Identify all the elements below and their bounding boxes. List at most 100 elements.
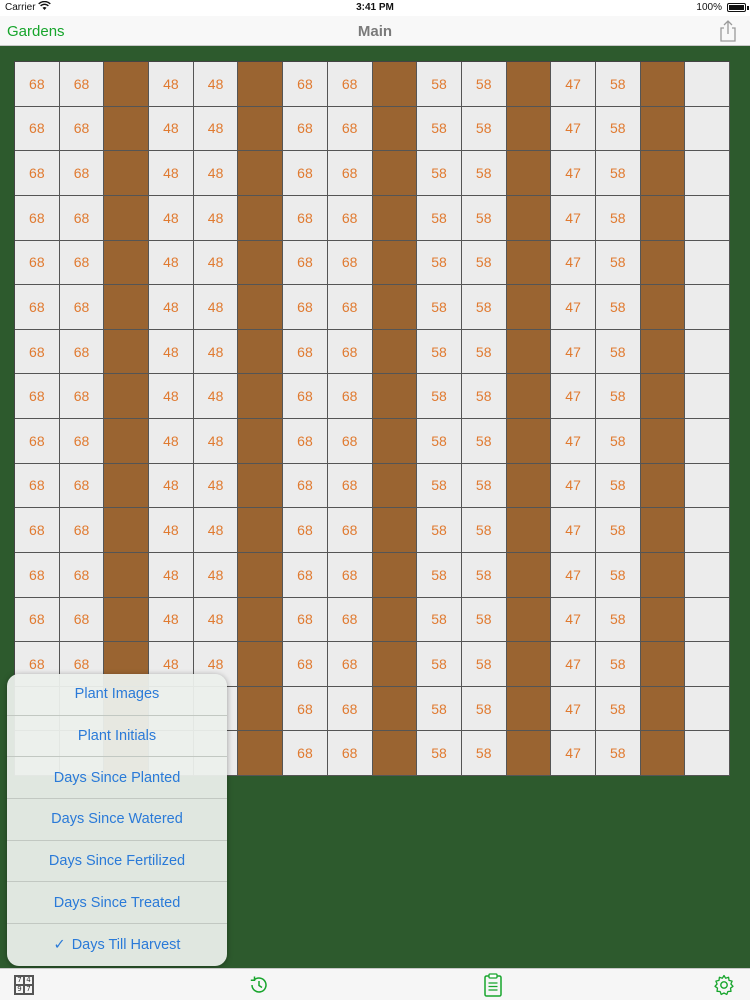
garden-bed-cell[interactable]: 48 xyxy=(193,374,239,419)
garden-bed-cell[interactable]: 68 xyxy=(283,106,328,152)
garden-bed-cell[interactable]: 68 xyxy=(327,642,373,687)
garden-bed-cell[interactable]: 58 xyxy=(417,106,462,152)
garden-bed-cell[interactable] xyxy=(685,642,730,687)
garden-bed-cell[interactable]: 58 xyxy=(417,642,462,687)
garden-bed-cell[interactable]: 58 xyxy=(461,374,507,419)
garden-bed-cell[interactable]: 68 xyxy=(327,597,373,643)
garden-bed-cell[interactable]: 68 xyxy=(15,240,60,286)
garden-bed-cell[interactable]: 68 xyxy=(283,642,328,687)
garden-bed-cell[interactable]: 48 xyxy=(193,195,239,241)
garden-bed-cell[interactable]: 48 xyxy=(149,508,194,553)
garden-bed-cell[interactable]: 58 xyxy=(595,195,641,241)
garden-bed-cell[interactable]: 58 xyxy=(595,151,641,196)
garden-bed-cell[interactable]: 47 xyxy=(551,240,596,286)
garden-bed-cell[interactable]: 68 xyxy=(59,240,105,286)
garden-bed-cell[interactable]: 68 xyxy=(59,329,105,375)
garden-bed-cell[interactable]: 68 xyxy=(283,285,328,330)
menu-item-plant-initials[interactable]: Plant Initials xyxy=(7,716,227,758)
garden-bed-cell[interactable]: 68 xyxy=(327,419,373,464)
garden-bed-cell[interactable]: 48 xyxy=(193,329,239,375)
garden-bed-cell[interactable]: 68 xyxy=(15,419,60,464)
garden-bed-cell[interactable]: 48 xyxy=(149,285,194,330)
garden-bed-cell[interactable]: 68 xyxy=(327,508,373,553)
garden-bed-cell[interactable] xyxy=(685,285,730,330)
garden-bed-cell[interactable]: 48 xyxy=(149,240,194,286)
garden-bed-cell[interactable]: 68 xyxy=(327,731,373,776)
garden-bed-cell[interactable]: 68 xyxy=(327,552,373,598)
garden-bed-cell[interactable]: 47 xyxy=(551,106,596,152)
garden-bed-cell[interactable]: 58 xyxy=(461,686,507,732)
garden-bed-cell[interactable]: 68 xyxy=(283,240,328,286)
garden-bed-cell[interactable]: 68 xyxy=(59,195,105,241)
garden-bed-cell[interactable]: 58 xyxy=(461,195,507,241)
garden-bed-cell[interactable]: 68 xyxy=(15,597,60,643)
garden-bed-cell[interactable]: 68 xyxy=(15,151,60,196)
garden-bed-cell[interactable] xyxy=(685,195,730,241)
garden-bed-cell[interactable]: 58 xyxy=(595,62,641,107)
garden-bed-cell[interactable]: 58 xyxy=(461,240,507,286)
garden-bed-cell[interactable]: 47 xyxy=(551,329,596,375)
garden-bed-cell[interactable]: 47 xyxy=(551,686,596,732)
garden-bed-cell[interactable]: 58 xyxy=(417,597,462,643)
garden-bed-cell[interactable]: 58 xyxy=(417,508,462,553)
garden-bed-cell[interactable]: 58 xyxy=(417,686,462,732)
menu-item-days-since-planted[interactable]: Days Since Planted xyxy=(7,757,227,800)
garden-bed-cell[interactable]: 58 xyxy=(417,285,462,330)
garden-bed-cell[interactable]: 47 xyxy=(551,597,596,643)
garden-bed-cell[interactable]: 48 xyxy=(149,552,194,598)
garden-bed-cell[interactable] xyxy=(685,731,730,776)
garden-bed-cell[interactable]: 58 xyxy=(417,151,462,196)
garden-bed-cell[interactable]: 58 xyxy=(417,329,462,375)
garden-bed-cell[interactable]: 68 xyxy=(15,285,60,330)
garden-bed-cell[interactable] xyxy=(685,686,730,732)
garden-bed-cell[interactable]: 58 xyxy=(461,508,507,553)
garden-bed-cell[interactable]: 68 xyxy=(283,597,328,643)
share-icon[interactable] xyxy=(718,20,738,42)
garden-bed-cell[interactable] xyxy=(685,151,730,196)
garden-bed-cell[interactable]: 58 xyxy=(595,240,641,286)
menu-item-days-till-harvest[interactable]: ✓ Days Till Harvest xyxy=(7,924,227,966)
clipboard-icon[interactable] xyxy=(481,973,505,997)
garden-bed-cell[interactable]: 48 xyxy=(149,151,194,196)
garden-bed-cell[interactable] xyxy=(685,329,730,375)
garden-bed-cell[interactable]: 58 xyxy=(595,508,641,553)
garden-bed-cell[interactable]: 48 xyxy=(149,597,194,643)
garden-bed-cell[interactable]: 47 xyxy=(551,195,596,241)
garden-bed-cell[interactable]: 68 xyxy=(59,106,105,152)
garden-bed-cell[interactable]: 47 xyxy=(551,552,596,598)
garden-bed-cell[interactable]: 68 xyxy=(327,106,373,152)
garden-bed-cell[interactable]: 58 xyxy=(461,463,507,509)
menu-item-plant-images[interactable]: Plant Images xyxy=(7,674,227,716)
garden-bed-cell[interactable]: 58 xyxy=(417,374,462,419)
garden-bed-cell[interactable]: 68 xyxy=(327,686,373,732)
garden-bed-cell[interactable]: 68 xyxy=(283,686,328,732)
garden-bed-cell[interactable]: 48 xyxy=(193,508,239,553)
garden-bed-cell[interactable]: 68 xyxy=(15,106,60,152)
garden-bed-cell[interactable] xyxy=(685,240,730,286)
garden-bed-cell[interactable] xyxy=(685,62,730,107)
garden-bed-cell[interactable]: 47 xyxy=(551,508,596,553)
garden-bed-cell[interactable]: 68 xyxy=(327,374,373,419)
garden-bed-cell[interactable]: 47 xyxy=(551,285,596,330)
garden-bed-cell[interactable]: 58 xyxy=(595,329,641,375)
garden-bed-cell[interactable]: 58 xyxy=(461,62,507,107)
garden-bed-cell[interactable]: 47 xyxy=(551,419,596,464)
garden-bed-cell[interactable]: 68 xyxy=(283,374,328,419)
garden-bed-cell[interactable] xyxy=(685,508,730,553)
garden-bed-cell[interactable]: 58 xyxy=(461,106,507,152)
garden-bed-cell[interactable]: 68 xyxy=(15,374,60,419)
garden-bed-cell[interactable]: 47 xyxy=(551,731,596,776)
garden-bed-cell[interactable]: 48 xyxy=(193,552,239,598)
garden-bed-cell[interactable]: 58 xyxy=(595,463,641,509)
garden-bed-cell[interactable]: 58 xyxy=(595,285,641,330)
garden-bed-cell[interactable]: 58 xyxy=(595,731,641,776)
garden-bed-cell[interactable]: 48 xyxy=(149,106,194,152)
garden-bed-cell[interactable]: 58 xyxy=(461,552,507,598)
garden-bed-cell[interactable]: 68 xyxy=(59,552,105,598)
garden-bed-cell[interactable]: 48 xyxy=(149,463,194,509)
garden-bed-cell[interactable]: 58 xyxy=(595,686,641,732)
garden-bed-cell[interactable]: 68 xyxy=(283,151,328,196)
garden-bed-cell[interactable]: 58 xyxy=(595,597,641,643)
garden-bed-cell[interactable]: 58 xyxy=(417,552,462,598)
garden-bed-cell[interactable]: 58 xyxy=(417,419,462,464)
